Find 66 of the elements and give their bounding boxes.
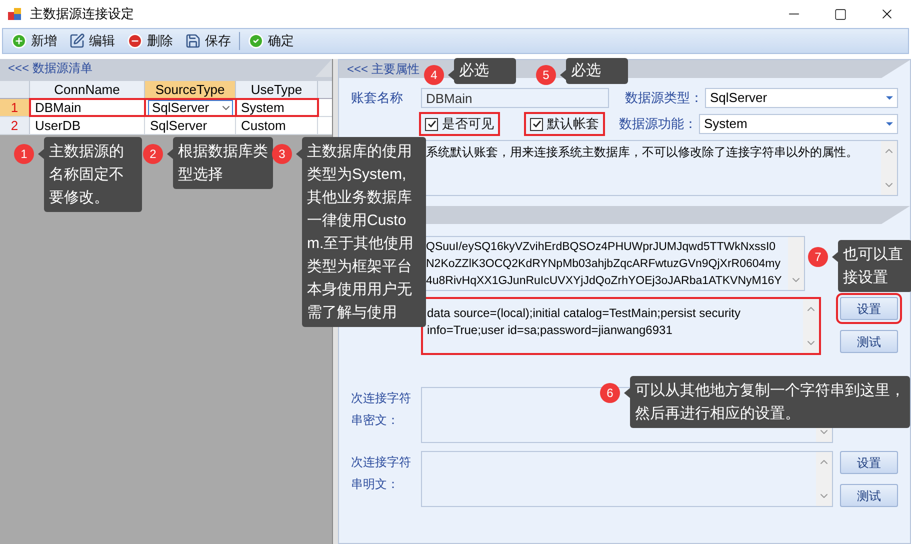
scrollbar[interactable] bbox=[803, 299, 819, 353]
dropdown-field[interactable]: SqlServer bbox=[705, 88, 898, 108]
action-button[interactable]: 测试 bbox=[840, 330, 898, 353]
callout-tooltip: 可以从其他地方复制一个字符串到这里，然后再进行相应的设置。 bbox=[630, 376, 910, 428]
field-label: 数据源类型： bbox=[625, 89, 704, 108]
checkbox[interactable] bbox=[530, 118, 543, 130]
callout-pointer bbox=[296, 149, 302, 159]
callout-pointer bbox=[38, 149, 44, 159]
cipher-text-line: QSuuI/eySQ16kyVZvihErdBQSOz4PHUWprJUMJqwd5TTWkNxssI0 bbox=[426, 240, 777, 255]
window-title: 主数据源连接设定 bbox=[30, 5, 134, 24]
cipher-text-line: N2KoZZlK3OCQ2KdRYNpMb03ahjbZqcARFwtuzGVn9QjXrR0604my bbox=[426, 257, 782, 272]
callout-pointer bbox=[448, 70, 454, 80]
dropdown-field[interactable]: SqlServer bbox=[148, 100, 233, 116]
callout-tooltip: 也可以直接设置 bbox=[838, 240, 911, 292]
checkbox-label: 默认帐套 bbox=[547, 115, 599, 134]
toolbar-button[interactable]: 删除 bbox=[123, 30, 177, 52]
grid-cell: DBMain bbox=[30, 99, 145, 116]
scrollbar[interactable] bbox=[788, 237, 804, 290]
column-header[interactable]: SourceType bbox=[145, 81, 236, 98]
dropdown-field[interactable]: System bbox=[699, 114, 898, 134]
action-button[interactable]: 测试 bbox=[840, 484, 898, 507]
field-label: 次连接字符串密文： bbox=[351, 390, 412, 429]
plaintext-line: info=True;user id=sa;password=jianwang6931 bbox=[427, 322, 674, 339]
toolbar-button[interactable]: 保存 bbox=[181, 30, 235, 52]
action-button[interactable]: 设置 bbox=[840, 451, 898, 474]
plaintext-line: data source=(local);initial catalog=TestMain;persist security bbox=[427, 305, 742, 322]
minus-icon bbox=[127, 33, 143, 49]
save-icon bbox=[185, 33, 201, 49]
grid-cell: Custom bbox=[236, 117, 318, 134]
callout-pointer bbox=[560, 70, 566, 80]
section-title: <<< 主要属性 bbox=[347, 61, 420, 78]
checkbox-label: 是否可见 bbox=[442, 115, 494, 134]
plaintext-field[interactable]: data source=(local);initial catalog=TestMain;persist security info=True;user id=sa;password=jianwang6931 bbox=[421, 297, 821, 355]
scrollbar[interactable] bbox=[816, 452, 832, 506]
dropdown-icon[interactable] bbox=[886, 96, 893, 100]
grid-cell: SqlServer bbox=[145, 117, 236, 134]
toolbar-button[interactable]: 确定 bbox=[244, 30, 298, 52]
cipher-text-line: 4u8RivHqXX1GJunRuIcUVXYjJdQoZrhYOEj3oJARba1ATKVNyM16Y bbox=[426, 274, 783, 289]
callout-pointer bbox=[167, 149, 173, 159]
check-icon bbox=[248, 33, 264, 49]
input-field[interactable]: DBMain bbox=[421, 88, 609, 108]
callout-tooltip: 主数据源的名称固定不要修改。 bbox=[44, 137, 142, 212]
field-label: 账套名称 bbox=[351, 89, 404, 108]
callout-tooltip: 根据数据库类型选择 bbox=[173, 137, 273, 189]
maximize-icon[interactable] bbox=[834, 8, 847, 20]
field-label: 次连接字符串明文： bbox=[351, 454, 412, 493]
scrollbar[interactable] bbox=[881, 141, 897, 195]
dropdown-icon[interactable] bbox=[886, 122, 893, 126]
toolbar-button[interactable]: 编辑 bbox=[65, 30, 119, 52]
app-icon bbox=[8, 7, 22, 21]
toolbar-button[interactable]: 新增 bbox=[7, 30, 61, 52]
row-header[interactable]: 2 bbox=[0, 117, 30, 134]
callout-tooltip: 必选 bbox=[566, 58, 628, 84]
section-title: <<< 数据源清单 bbox=[8, 60, 92, 77]
remark-text: 系统默认账套，用来连接系统主数据库，不可以修改除了连接字符串以外的属性。 bbox=[425, 144, 859, 161]
plaintext-field[interactable] bbox=[421, 451, 833, 507]
callout-tooltip: 主数据库的使用类型为System,其他业务数据库一律使用Custom.至于其他使用类型为框架平台本身使用用户无需了解与使用 bbox=[302, 137, 426, 327]
grid-cell: UserDB bbox=[30, 117, 145, 134]
callout-pointer bbox=[832, 252, 838, 262]
callout-tooltip: 必选 bbox=[454, 58, 516, 84]
grid-cell: System bbox=[236, 99, 318, 116]
edit-icon bbox=[69, 33, 85, 49]
callout-pointer bbox=[624, 388, 630, 398]
add-icon bbox=[11, 33, 27, 49]
field-label: 数据源功能： bbox=[619, 115, 698, 134]
checkbox[interactable] bbox=[425, 118, 438, 130]
